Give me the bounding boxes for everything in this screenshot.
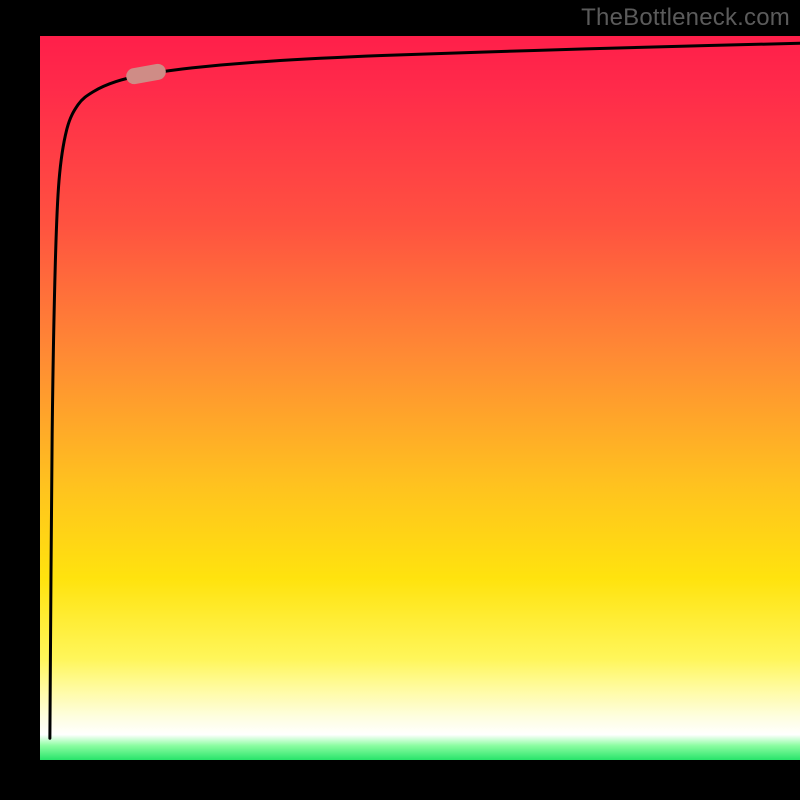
watermark-text: TheBottleneck.com xyxy=(581,4,790,32)
plot-area xyxy=(40,36,800,760)
bottleneck-curve xyxy=(50,43,800,738)
chart-frame: TheBottleneck.com xyxy=(0,0,800,800)
curve-layer xyxy=(40,36,800,760)
